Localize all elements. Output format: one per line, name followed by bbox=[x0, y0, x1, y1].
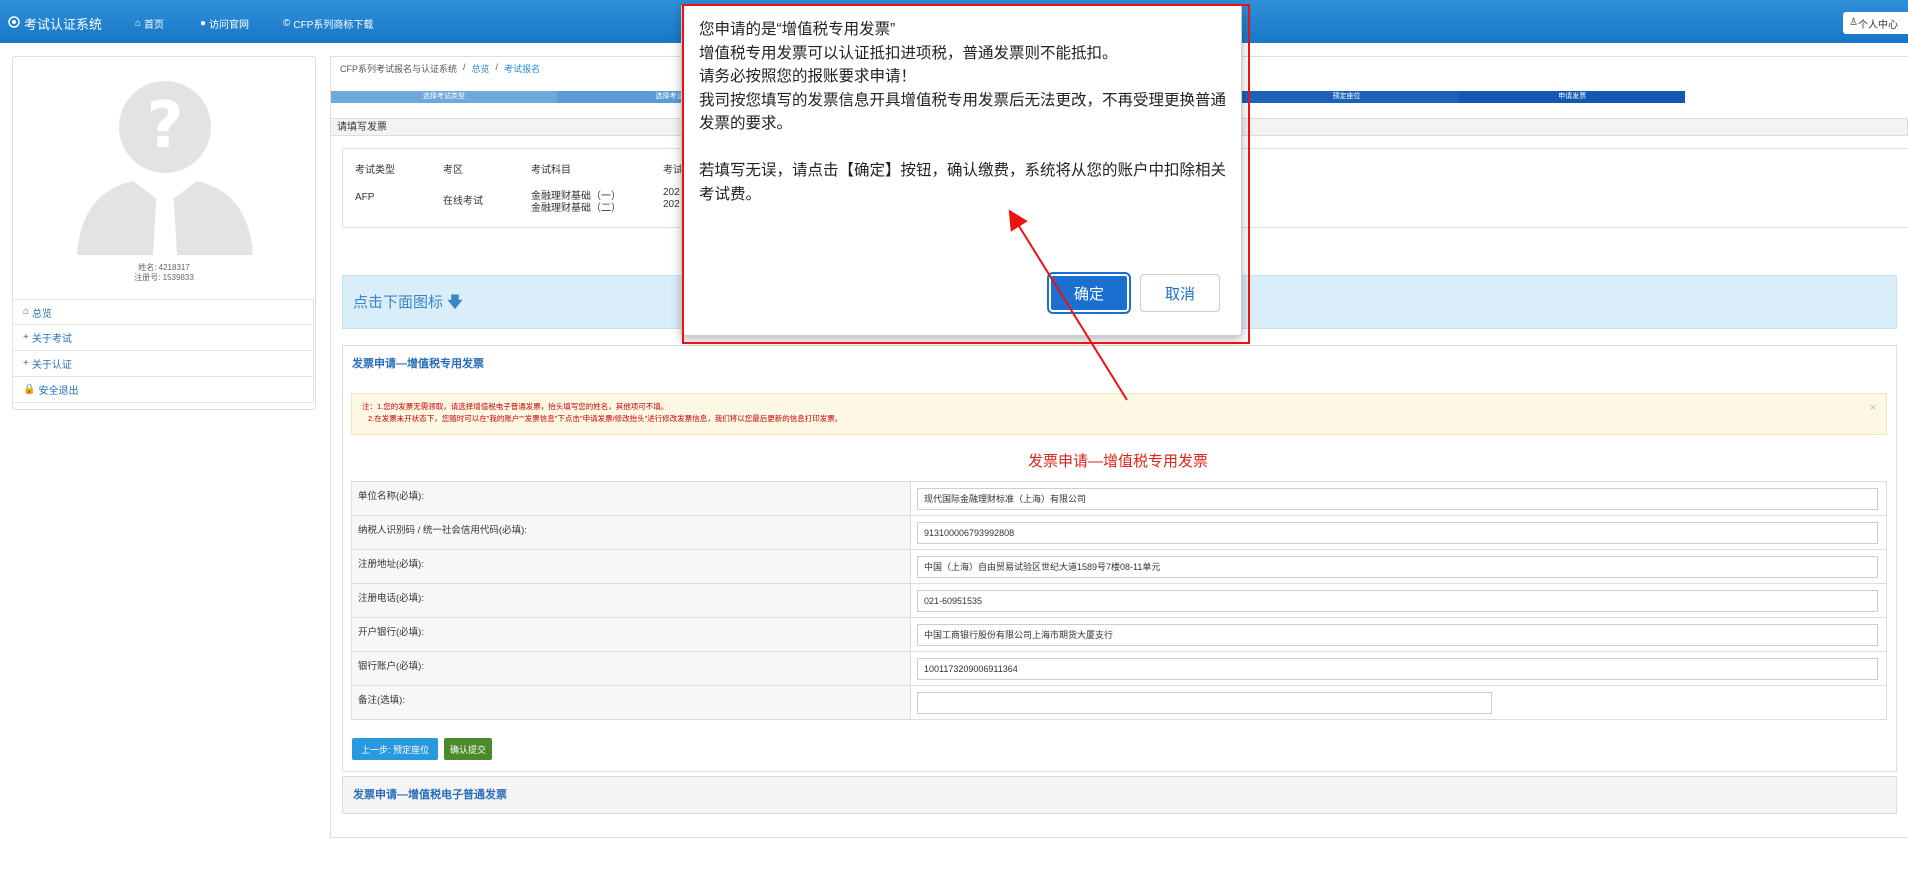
form-row: 备注(选填): bbox=[351, 685, 1887, 720]
remark-input[interactable] bbox=[917, 691, 1492, 714]
form-title: 发票申请—增值税专用发票 bbox=[1028, 453, 1209, 470]
reg-address-input[interactable]: 中国（上海）自由贸易试验区世纪大道1589号7楼08-11单元 bbox=[917, 555, 1878, 578]
step-1: 选择考试类型 bbox=[331, 91, 557, 103]
copyright-icon: © bbox=[283, 17, 291, 29]
cancel-button[interactable]: 取消 bbox=[1140, 274, 1220, 312]
bank-label: 开户银行(必填): bbox=[351, 617, 911, 652]
invoice-electronic-title[interactable]: 发票申请—增值税电子普通发票 bbox=[342, 776, 1897, 814]
home-icon: ⌂ bbox=[135, 17, 142, 29]
step-5: 预定座位 bbox=[1233, 91, 1460, 103]
step-6: 申请发票 bbox=[1459, 91, 1686, 103]
bank-input[interactable]: 中国工商银行股份有限公司上海市期货大厦支行 bbox=[917, 623, 1878, 646]
nav-official-site[interactable]: ● 访问官网 bbox=[200, 16, 249, 31]
bank-account-input[interactable]: 1001173209006911364 bbox=[917, 657, 1878, 680]
invoice-form: 单位名称(必填): 现代国际金融理财标准（上海）有限公司 纳税人识别码 / 统一… bbox=[351, 481, 1887, 720]
dialog-line bbox=[699, 136, 1229, 160]
dialog-line: 您申请的是“增值税专用发票” bbox=[699, 21, 896, 38]
col-header: 考试科目 bbox=[531, 165, 571, 176]
avatar: ? bbox=[77, 75, 253, 255]
notice-line-2: 2.在发票未开状态下，您随时可以在"我的账户""发票信息"下点击"申请发票/修改… bbox=[368, 414, 843, 423]
exam-area: 在线考试 bbox=[443, 196, 483, 207]
sidebar-item-about-cert[interactable]: + 关于认证 bbox=[12, 351, 314, 377]
notice-line-1: 注：1.您的发票无需领取，请选择增值税电子普通发票，抬头填写您的姓名，其他项可不… bbox=[362, 402, 669, 411]
form-row: 注册地址(必填): 中国（上海）自由贸易试验区世纪大道1589号7楼08-11单… bbox=[351, 549, 1887, 584]
svg-text:?: ? bbox=[146, 89, 183, 163]
breadcrumb-overview[interactable]: 总览 bbox=[472, 62, 490, 75]
tax-id-label: 纳税人识别码 / 统一社会信用代码(必填): bbox=[351, 515, 911, 550]
company-name-label: 单位名称(必填): bbox=[351, 481, 911, 516]
dialog-line: 我司按您填写的发票信息开具增值税专用发票后无法更改，不再受理更换普通发票的要求。 bbox=[699, 91, 1227, 133]
form-row: 纳税人识别码 / 统一社会信用代码(必填): 91310000679399280… bbox=[351, 515, 1887, 550]
plus-icon: + bbox=[23, 331, 29, 343]
col-header: 考区 bbox=[443, 165, 463, 176]
exam-subject: 金融理财基础（二） bbox=[531, 203, 621, 214]
form-row: 开户银行(必填): 中国工商银行股份有限公司上海市期货大厦支行 bbox=[351, 617, 1887, 652]
exam-date: 202 bbox=[663, 199, 680, 210]
company-name-input[interactable]: 现代国际金融理财标准（上海）有限公司 bbox=[917, 487, 1878, 510]
notice-alert: 注：1.您的发票无需领取，请选择增值税电子普通发票，抬头填写您的姓名，其他项可不… bbox=[351, 393, 1887, 435]
submit-button[interactable]: 确认提交 bbox=[444, 738, 492, 760]
user-icon: ♙ bbox=[1849, 17, 1858, 28]
sidebar-item-label: 关于考试 bbox=[31, 334, 72, 345]
nav-home-label: 首页 bbox=[144, 20, 165, 31]
close-icon[interactable]: × bbox=[1870, 402, 1876, 414]
sidebar-item-label: 总览 bbox=[32, 308, 53, 320]
breadcrumb-exam-registration[interactable]: 考试报名 bbox=[504, 62, 540, 75]
dialog-line: 请务必按照您的报账要求申请！ bbox=[699, 68, 917, 85]
invoice-special-title[interactable]: 发票申请—增值税专用发票 bbox=[352, 355, 484, 371]
dialog-line: 增值税专用发票可以认证抵扣进项税，普通发票则不能抵扣。 bbox=[699, 44, 1118, 62]
brand-label: 考试认证系统 bbox=[24, 17, 103, 32]
globe-icon: ● bbox=[200, 17, 207, 29]
arrow-down-icon: 🡇 bbox=[447, 294, 463, 311]
dialog-line: 若填写无误，请点击【确定】按钮，确认缴费，系统将从您的账户中扣除相关考试费。 bbox=[699, 162, 1227, 203]
nav-cfp-download-label: CFP系列商标下载 bbox=[293, 20, 374, 31]
form-row: 单位名称(必填): 现代国际金融理财标准（上海）有限公司 bbox=[351, 481, 1887, 516]
dialog-message: 您申请的是“增值税专用发票” 增值税专用发票可以认证抵扣进项税，普通发票则不能抵… bbox=[699, 18, 1229, 206]
breadcrumb-root: CFP系列考试报名与认证系统 bbox=[340, 64, 458, 74]
reg-phone-input[interactable]: 021-60951535 bbox=[917, 589, 1878, 612]
brand-icon bbox=[8, 16, 20, 31]
col-header: 考试 bbox=[663, 165, 683, 176]
remark-label: 备注(选填): bbox=[351, 685, 911, 720]
col-header: 考试类型 bbox=[355, 165, 395, 176]
nav-cfp-download[interactable]: © CFP系列商标下载 bbox=[283, 16, 373, 31]
nav-official-site-label: 访问官网 bbox=[209, 20, 250, 31]
user-center-menu[interactable]: ♙ 个人中心 bbox=[1843, 12, 1908, 34]
sidebar-item-overview[interactable]: ⌂ 总览 bbox=[12, 299, 314, 325]
sidebar-item-label: 关于认证 bbox=[31, 360, 72, 371]
ok-button[interactable]: 确定 bbox=[1047, 272, 1131, 314]
bank-account-label: 银行账户(必填): bbox=[351, 651, 911, 686]
nav-home[interactable]: ⌂ 首页 bbox=[135, 16, 164, 31]
breadcrumb: CFP系列考试报名与认证系统 / 总览 / 考试报名 bbox=[340, 62, 541, 75]
plus-icon: + bbox=[23, 357, 29, 369]
sidebar-item-label: 安全退出 bbox=[38, 386, 79, 397]
profile-reg-number: 注册号: 1539833 bbox=[134, 273, 194, 282]
exam-date: 202 bbox=[663, 187, 680, 198]
lock-icon: 🔒 bbox=[23, 383, 36, 395]
exam-type: AFP bbox=[355, 192, 375, 203]
form-row: 注册电话(必填): 021-60951535 bbox=[351, 583, 1887, 618]
tax-id-input[interactable]: 913100006793992808 bbox=[917, 521, 1878, 544]
sidebar-item-about-exam[interactable]: + 关于考试 bbox=[12, 325, 314, 351]
reg-phone-label: 注册电话(必填): bbox=[351, 583, 911, 618]
reg-address-label: 注册地址(必填): bbox=[351, 549, 911, 584]
prev-step-button[interactable]: 上一步: 预定座位 bbox=[352, 738, 438, 760]
brand[interactable]: 考试认证系统 bbox=[8, 14, 102, 33]
sidebar-item-logout[interactable]: 🔒 安全退出 bbox=[12, 377, 314, 403]
home-icon: ⌂ bbox=[23, 306, 30, 317]
form-row: 银行账户(必填): 1001173209006911364 bbox=[351, 651, 1887, 686]
user-center-label: 个人中心 bbox=[1857, 19, 1898, 31]
click-banner-label: 点击下面图标 bbox=[353, 294, 444, 311]
